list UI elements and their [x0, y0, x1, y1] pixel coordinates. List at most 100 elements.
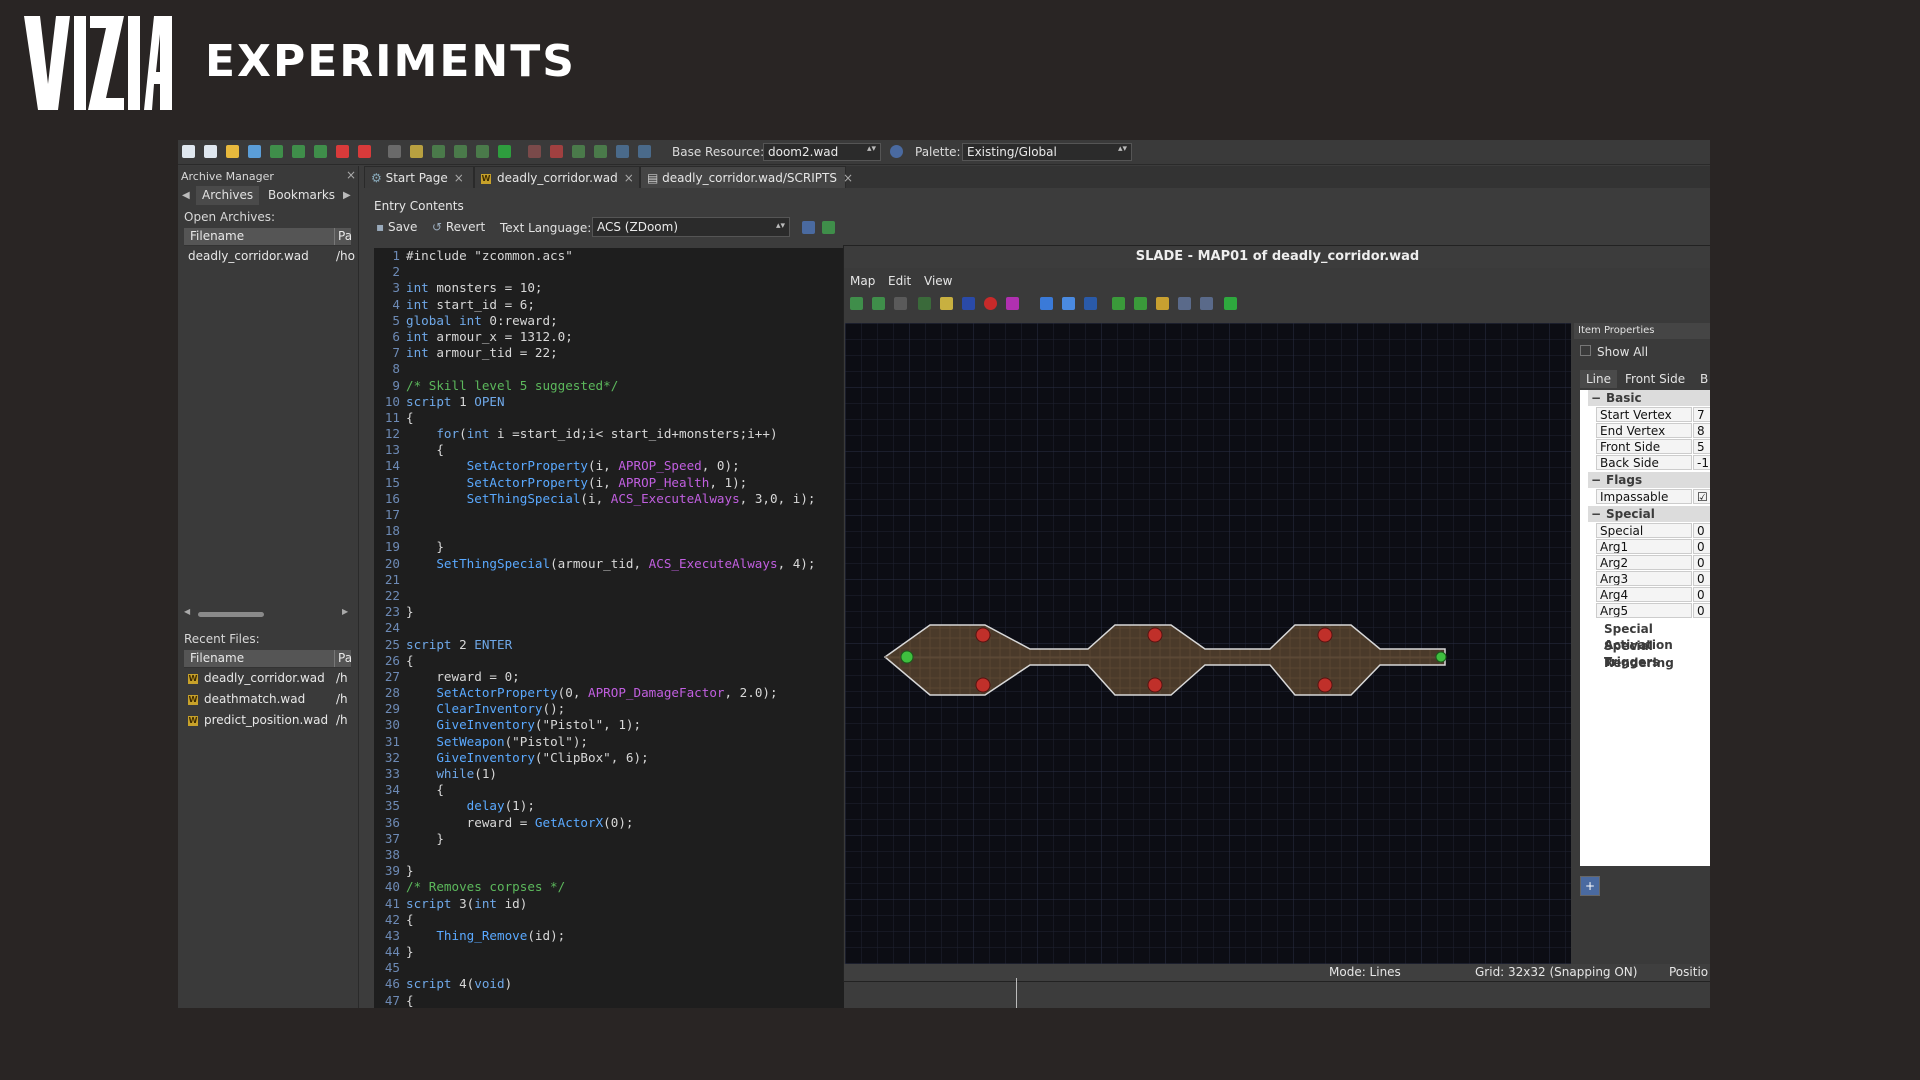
run-map-icon[interactable] [1224, 297, 1237, 310]
close-all-icon[interactable] [358, 145, 371, 158]
new-zip-icon[interactable] [204, 145, 217, 158]
code-line[interactable]: 34 { [374, 782, 844, 798]
entry-map-icon[interactable] [476, 145, 489, 158]
text-language-select[interactable]: ACS (ZDoom) ▴▾ [592, 217, 790, 237]
monster-thing[interactable] [1147, 677, 1163, 693]
entry-rename-icon[interactable] [410, 145, 423, 158]
code-line[interactable]: 2 [374, 264, 844, 280]
code-line[interactable]: 32 GiveInventory("ClipBox", 6); [374, 750, 844, 766]
code-line[interactable]: 43 Thing_Remove(id); [374, 928, 844, 944]
code-line[interactable]: 8 [374, 361, 844, 377]
splitter-handle[interactable] [1016, 978, 1017, 1008]
tab-back-side[interactable]: B [1700, 370, 1708, 388]
revert-button[interactable]: ↺ Revert [432, 220, 485, 234]
menu-edit[interactable]: Edit [888, 274, 911, 288]
code-line[interactable]: 42 { [374, 912, 844, 928]
code-line[interactable]: 38 [374, 847, 844, 863]
code-line[interactable]: 36 reward = GetActorX(0); [374, 815, 844, 831]
code-line[interactable]: 45 [374, 960, 844, 976]
monster-thing[interactable] [1317, 627, 1333, 643]
code-line[interactable]: 22 [374, 588, 844, 604]
tab-start-page[interactable]: ⚙ Start Page × [364, 166, 474, 188]
recent-files-list[interactable]: Filename Pa Wdeadly_corridor.wad/h Wdeath… [184, 650, 352, 1008]
archive-row[interactable]: deadly_corridor.wad/ho [184, 246, 355, 267]
tab-archives[interactable]: Archives [196, 186, 260, 205]
prop-arg1-value[interactable]: 0 [1693, 539, 1710, 554]
new-archive-icon[interactable] [182, 145, 195, 158]
menu-map[interactable]: Map [850, 274, 875, 288]
menu-view[interactable]: View [924, 274, 952, 288]
entry-delete-icon[interactable] [528, 145, 541, 158]
monster-thing[interactable] [1147, 627, 1163, 643]
open-dir-icon[interactable] [248, 145, 261, 158]
flat-type-ceiling-icon[interactable] [1084, 297, 1097, 310]
code-line[interactable]: 13 { [374, 442, 844, 458]
prop-arg4-value[interactable]: 0 [1693, 587, 1710, 602]
monster-thing[interactable] [1317, 677, 1333, 693]
code-line[interactable]: 21 [374, 572, 844, 588]
tab-close-icon[interactable]: × [624, 171, 634, 185]
tab-bookmarks[interactable]: Bookmarks [262, 186, 341, 205]
code-line[interactable]: 19 } [374, 539, 844, 555]
code-line[interactable]: 46 script 4(void) [374, 976, 844, 992]
entry-copy-icon[interactable] [594, 145, 607, 158]
group-flags[interactable]: − Flags [1588, 472, 1710, 488]
resource-settings-icon[interactable] [890, 145, 903, 158]
open-archives-list[interactable]: Filename Pa deadly_corridor.wad/ho [184, 228, 355, 608]
code-line[interactable]: 9 /* Skill level 5 suggested*/ [374, 378, 844, 394]
code-line[interactable]: 1 #include "zcommon.acs" [374, 248, 844, 264]
draw-lines-icon[interactable] [1112, 297, 1125, 310]
mode-lines-icon[interactable] [940, 297, 953, 310]
code-line[interactable]: 20 SetThingSpecial(armour_tid, ACS_Execu… [374, 556, 844, 572]
code-line[interactable]: 37 } [374, 831, 844, 847]
mode-vertices-icon[interactable] [918, 297, 931, 310]
code-line[interactable]: 31 SetWeapon("Pistol"); [374, 734, 844, 750]
map-save-as-icon[interactable] [872, 297, 885, 310]
recent-file-row[interactable]: Wpredict_position.wad/h [184, 710, 351, 731]
entry-export-icon[interactable] [572, 145, 585, 158]
scrollbar-thumb[interactable] [198, 612, 264, 617]
flat-type-any-icon[interactable] [1040, 297, 1053, 310]
close-icon[interactable] [336, 145, 349, 158]
code-line[interactable]: 16 SetThingSpecial(i, ACS_ExecuteAlways,… [374, 491, 844, 507]
panel-close-icon[interactable]: × [346, 168, 356, 182]
tab-front-side[interactable]: Front Side [1621, 370, 1689, 388]
map-rename-icon[interactable] [894, 297, 907, 310]
code-line[interactable]: 33 while(1) [374, 766, 844, 782]
prop-front-side-value[interactable]: 5 [1693, 439, 1710, 454]
code-line[interactable]: 5 global int 0:reward; [374, 313, 844, 329]
corridor-sector[interactable] [883, 624, 1446, 696]
code-line[interactable]: 4 int start_id = 6; [374, 297, 844, 313]
code-line[interactable]: 29 ClearInventory(); [374, 701, 844, 717]
tab-close-icon[interactable]: × [454, 171, 464, 185]
tab-scroll-left-icon[interactable]: ◀ [182, 190, 190, 201]
mode-sectors-icon[interactable] [962, 297, 975, 310]
save-button[interactable]: ▪ Save [376, 220, 417, 234]
tab-deadly-corridor-wad[interactable]: Wdeadly_corridor.wad × [474, 166, 640, 188]
palette-select[interactable]: Existing/Global ▴▾ [962, 143, 1132, 161]
flat-type-floor-icon[interactable] [1062, 297, 1075, 310]
move-up-icon[interactable] [616, 145, 629, 158]
list-header[interactable]: Filename Pa [184, 650, 352, 668]
prop-end-vertex-value[interactable]: 8 [1693, 423, 1710, 438]
mode-3d-icon[interactable] [1006, 297, 1019, 310]
list-header[interactable]: Filename Pa [184, 228, 352, 246]
entry-texture-icon[interactable] [454, 145, 467, 158]
code-line[interactable]: 11 { [374, 410, 844, 426]
code-line[interactable]: 15 SetActorProperty(i, APROP_Health, 1); [374, 475, 844, 491]
save-all-icon[interactable] [314, 145, 327, 158]
tab-line[interactable]: Line [1580, 370, 1618, 388]
recent-file-row[interactable]: Wdeadly_corridor.wad/h [184, 668, 351, 689]
entry-new-icon[interactable] [388, 145, 401, 158]
prop-arg2-value[interactable]: 0 [1693, 555, 1710, 570]
code-line[interactable]: 23} [374, 604, 844, 620]
tab-close-icon[interactable]: × [843, 171, 853, 185]
show-all-checkbox[interactable]: Show All [1580, 345, 1648, 359]
group-rendering[interactable]: Rendering [1604, 655, 1674, 671]
prop-special-value[interactable]: 0 [1693, 523, 1710, 538]
group-basic[interactable]: − Basic [1588, 390, 1710, 406]
armour-thing[interactable] [1435, 651, 1447, 663]
tab-scripts[interactable]: ▤ deadly_corridor.wad/SCRIPTS × [640, 166, 853, 188]
base-resource-select[interactable]: doom2.wad ▴▾ [763, 143, 881, 161]
code-line[interactable]: 30 GiveInventory("Pistol", 1); [374, 717, 844, 733]
